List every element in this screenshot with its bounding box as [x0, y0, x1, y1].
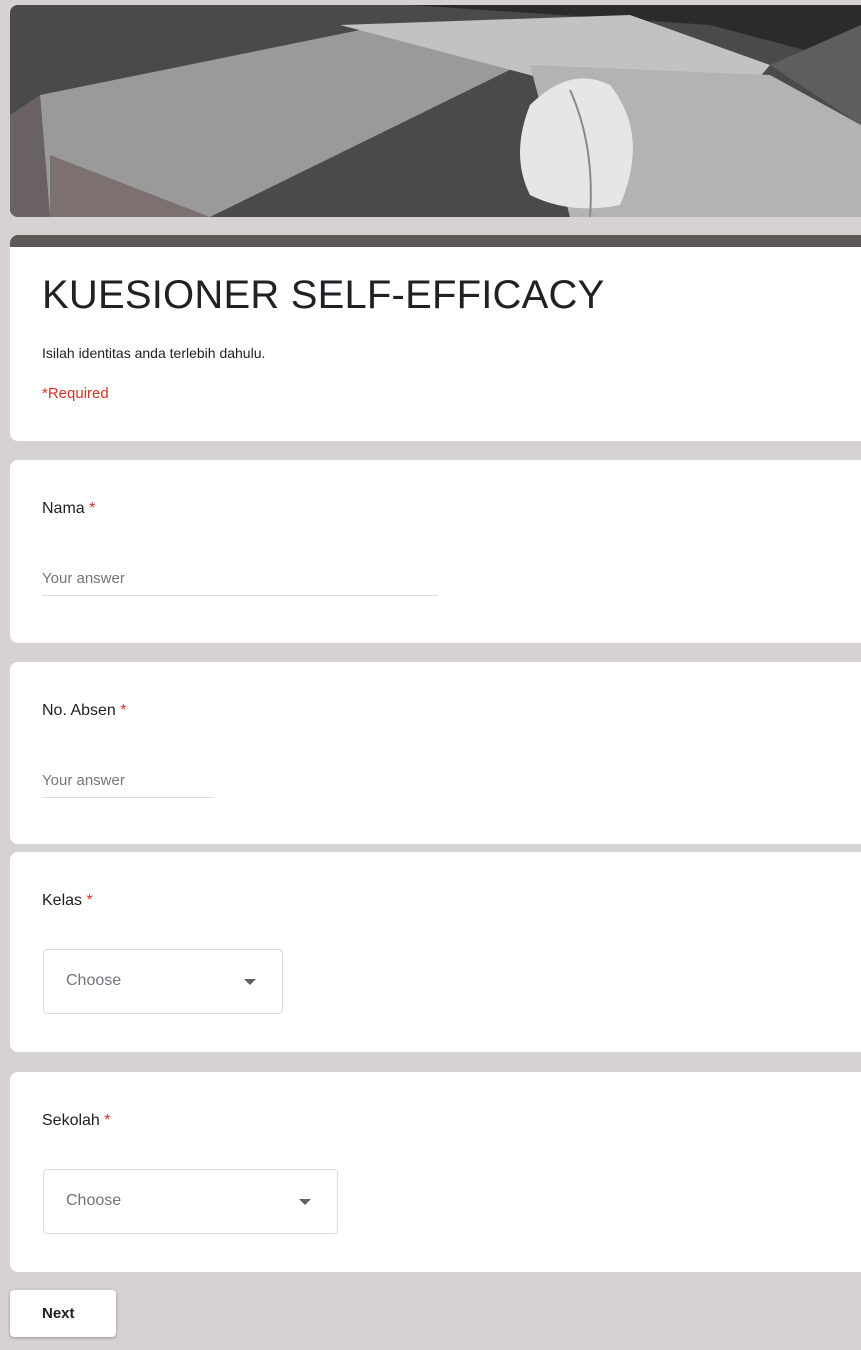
question-label-text: No. Absen	[42, 702, 116, 719]
caret-down-icon	[244, 979, 256, 985]
kelas-dropdown[interactable]: Choose	[43, 949, 283, 1014]
question-card-sekolah: Sekolah * Choose	[10, 1072, 861, 1272]
question-card-nama: Nama *	[10, 460, 861, 643]
question-label-text: Kelas	[42, 892, 83, 909]
required-asterisk: *	[104, 1112, 111, 1129]
question-label: Kelas *	[42, 892, 93, 910]
header-banner-image	[10, 5, 861, 217]
question-label: Nama *	[42, 500, 95, 518]
no-absen-input[interactable]	[42, 772, 214, 798]
required-asterisk: *	[89, 500, 96, 517]
sekolah-dropdown[interactable]: Choose	[43, 1169, 338, 1234]
form-description: Isilah identitas anda terlebih dahulu.	[42, 345, 266, 361]
form-header-card: KUESIONER SELF-EFFICACY Isilah identitas…	[10, 235, 861, 441]
question-card-kelas: Kelas * Choose	[10, 852, 861, 1052]
form-page: KUESIONER SELF-EFFICACY Isilah identitas…	[10, 0, 861, 1350]
question-label: No. Absen *	[42, 702, 127, 720]
dropdown-value: Choose	[66, 972, 122, 989]
next-button[interactable]: Next	[10, 1290, 116, 1337]
question-label-text: Nama	[42, 500, 85, 517]
required-asterisk: *	[86, 892, 93, 909]
form-title: KUESIONER SELF-EFFICACY	[42, 273, 605, 317]
question-label: Sekolah *	[42, 1112, 111, 1130]
caret-down-icon	[299, 1199, 311, 1205]
question-card-no-absen: No. Absen *	[10, 662, 861, 844]
dropdown-value: Choose	[66, 1192, 122, 1209]
required-note: *Required	[42, 385, 109, 402]
nama-input[interactable]	[42, 570, 438, 596]
question-label-text: Sekolah	[42, 1112, 100, 1129]
required-asterisk: *	[120, 702, 127, 719]
